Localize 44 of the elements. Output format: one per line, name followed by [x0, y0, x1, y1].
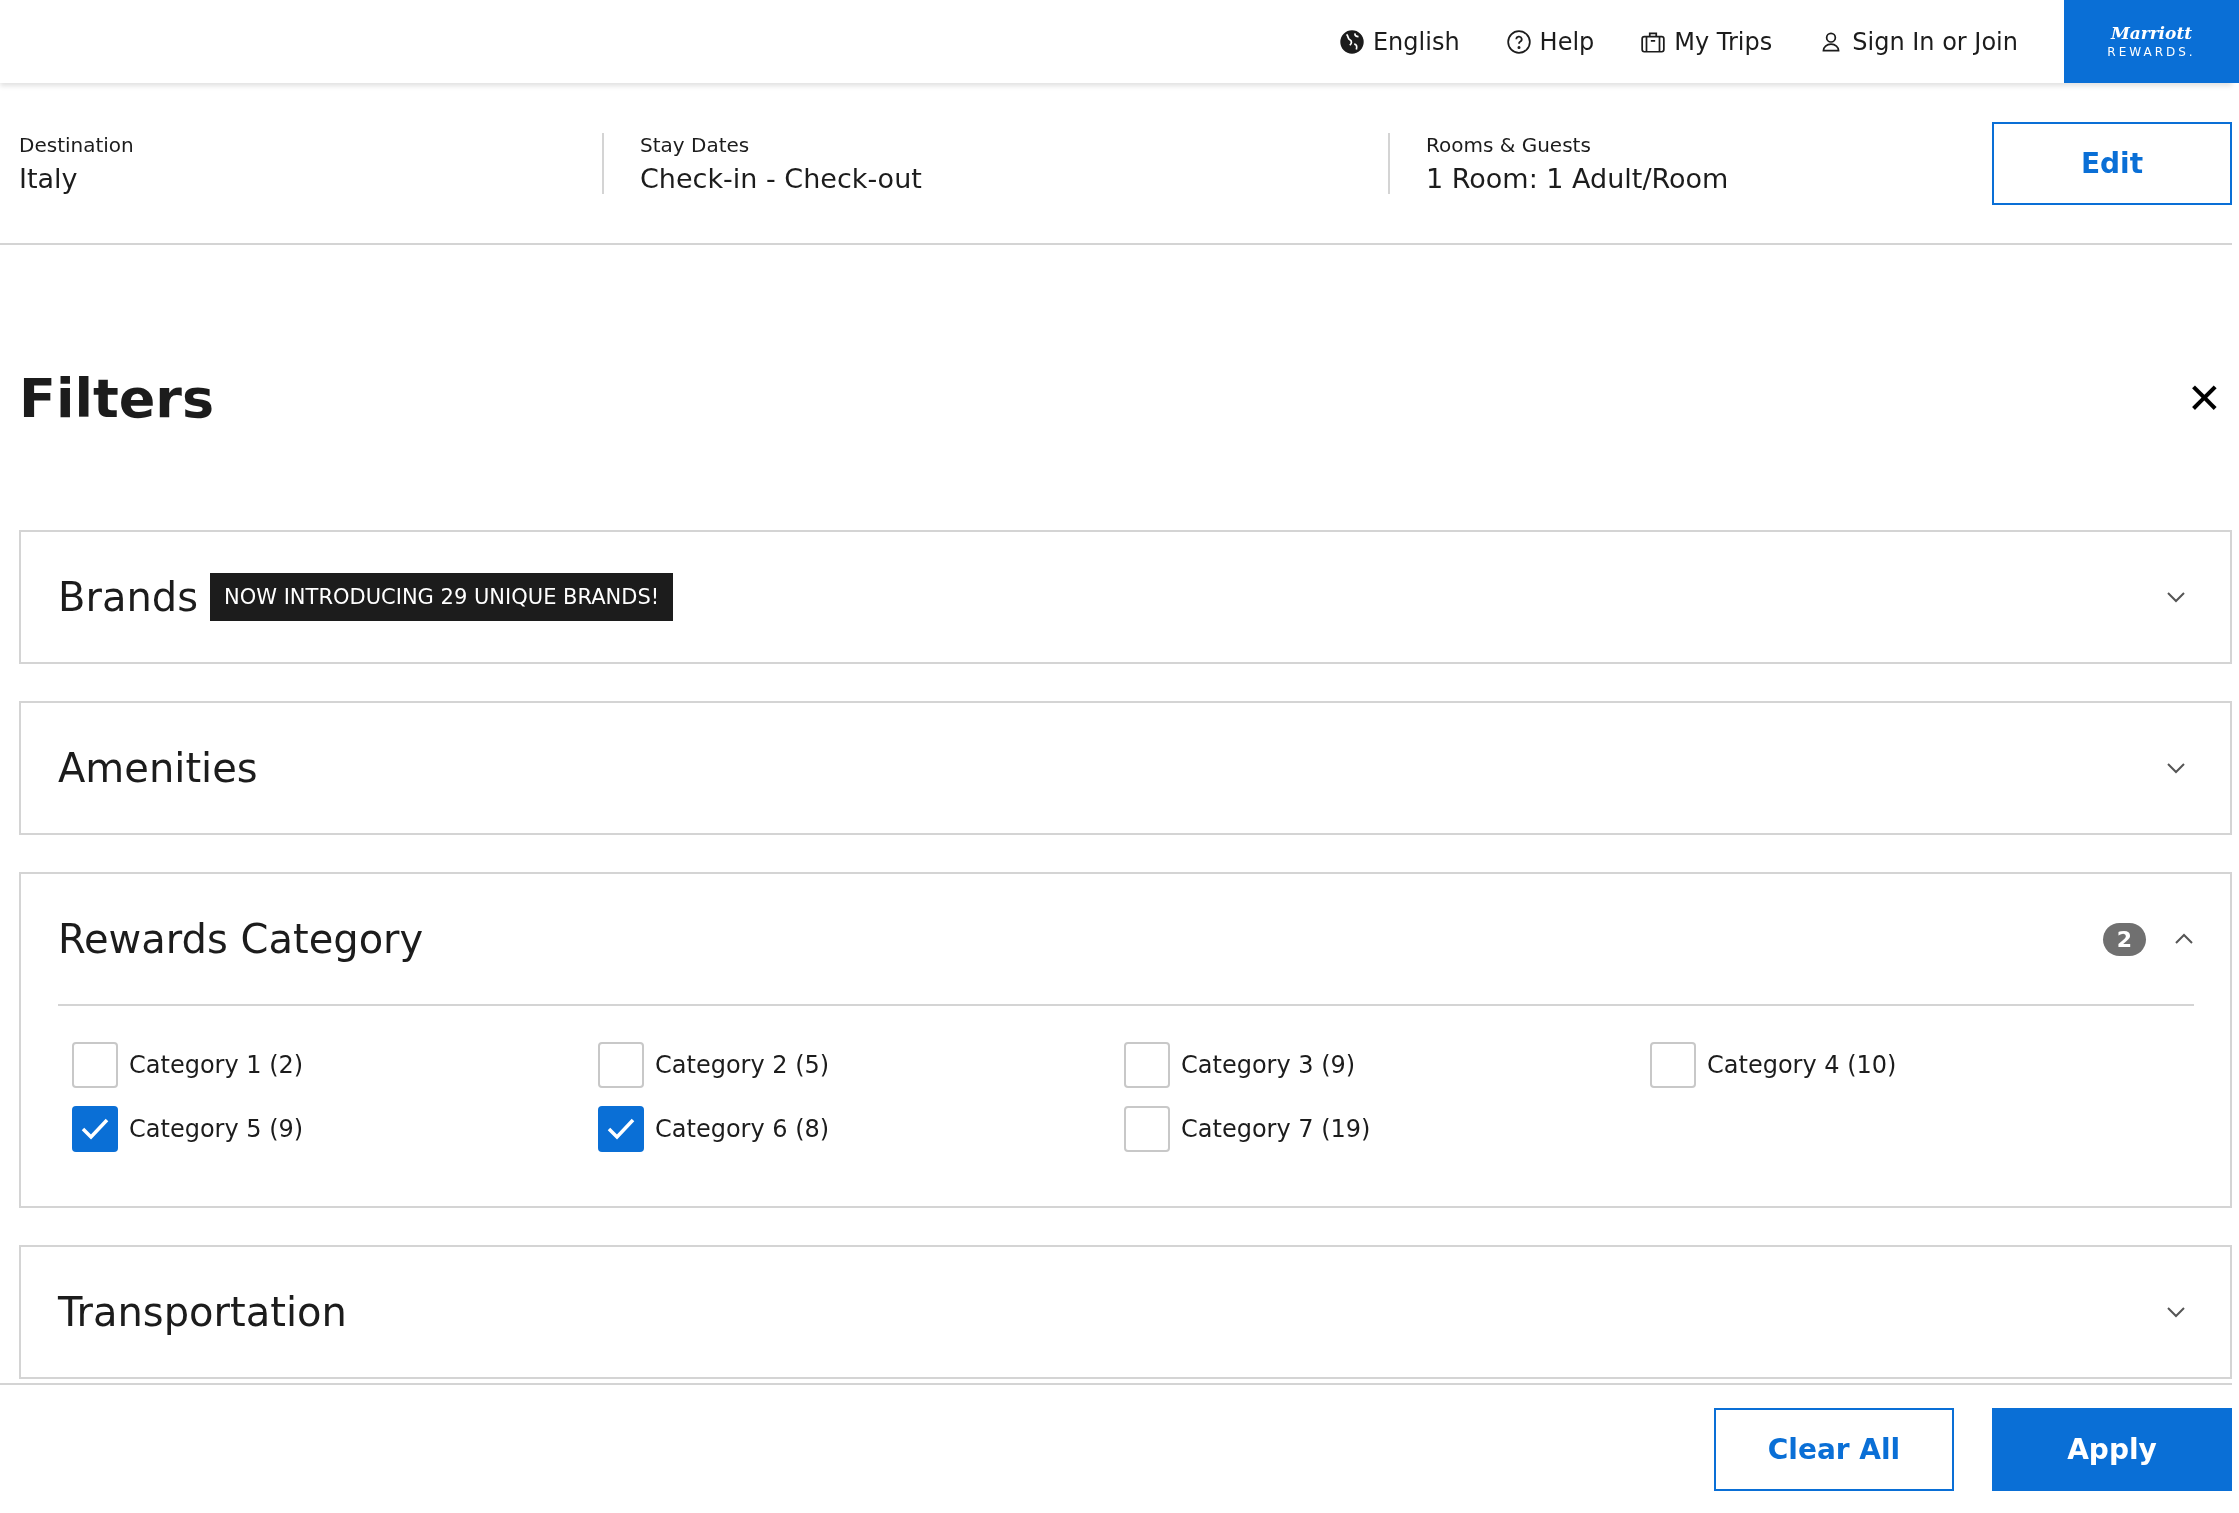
checkmark-icon: [80, 1117, 110, 1141]
section-title[interactable]: Brands: [58, 574, 198, 620]
field-label: Stay Dates: [640, 132, 751, 157]
checkmark-icon: [606, 1117, 636, 1141]
checkbox[interactable]: [598, 1106, 644, 1152]
promo-tag: NOW INTRODUCING 29 UNIQUE BRANDS!: [210, 573, 674, 621]
rewards-logo[interactable]: Marriott REWARDS.: [2064, 0, 2239, 83]
close-button[interactable]: ✕: [2186, 374, 2222, 423]
chevron-down-icon[interactable]: [2166, 762, 2186, 774]
checkbox[interactable]: [598, 1042, 644, 1088]
checkbox[interactable]: [1650, 1042, 1696, 1088]
section-title[interactable]: Rewards Category: [58, 916, 424, 962]
checkbox-label[interactable]: Category 6 (8): [655, 1115, 830, 1143]
checkbox[interactable]: [1124, 1106, 1170, 1152]
nav-link[interactable]: Sign In or Join: [1818, 0, 2018, 83]
field-label: Rooms & Guests: [1426, 132, 1592, 157]
apply-button[interactable]: Apply: [1992, 1407, 2232, 1491]
filters-title: Filters: [19, 367, 215, 430]
nav-link[interactable]: English: [1338, 0, 1460, 83]
checkbox-label[interactable]: Category 2 (5): [655, 1051, 830, 1079]
field-label: Destination: [19, 132, 135, 157]
checkbox[interactable]: [72, 1106, 118, 1152]
globe-icon: [1338, 28, 1365, 55]
field-value: 1 Room: 1 Adult/Room: [1426, 162, 1730, 194]
field-value: Italy: [19, 162, 79, 194]
checkbox-label[interactable]: Category 7 (19): [1181, 1115, 1371, 1143]
edit-button[interactable]: Edit: [1992, 121, 2232, 205]
checkbox-label[interactable]: Category 3 (9): [1181, 1051, 1356, 1079]
field-value: Check-in - Check-out: [640, 162, 923, 194]
chevron-down-icon[interactable]: [2166, 591, 2186, 603]
section-title[interactable]: Amenities: [58, 745, 258, 791]
clear-button[interactable]: Clear All: [1714, 1407, 1954, 1491]
count-badge: 2: [2102, 922, 2146, 956]
checkbox-label[interactable]: Category 5 (9): [129, 1115, 304, 1143]
chevron-down-icon[interactable]: [2166, 1306, 2186, 1318]
checkbox[interactable]: [1124, 1042, 1170, 1088]
nav-link[interactable]: My Trips: [1640, 0, 1773, 83]
nav-link[interactable]: Help: [1505, 0, 1595, 83]
checkbox[interactable]: [72, 1042, 118, 1088]
checkbox-label[interactable]: Category 1 (2): [129, 1051, 304, 1079]
checkbox-label[interactable]: Category 4 (10): [1707, 1051, 1897, 1079]
section-title[interactable]: Transportation: [58, 1289, 347, 1335]
chevron-up-icon[interactable]: [2174, 933, 2194, 945]
help-icon: [1505, 28, 1532, 55]
